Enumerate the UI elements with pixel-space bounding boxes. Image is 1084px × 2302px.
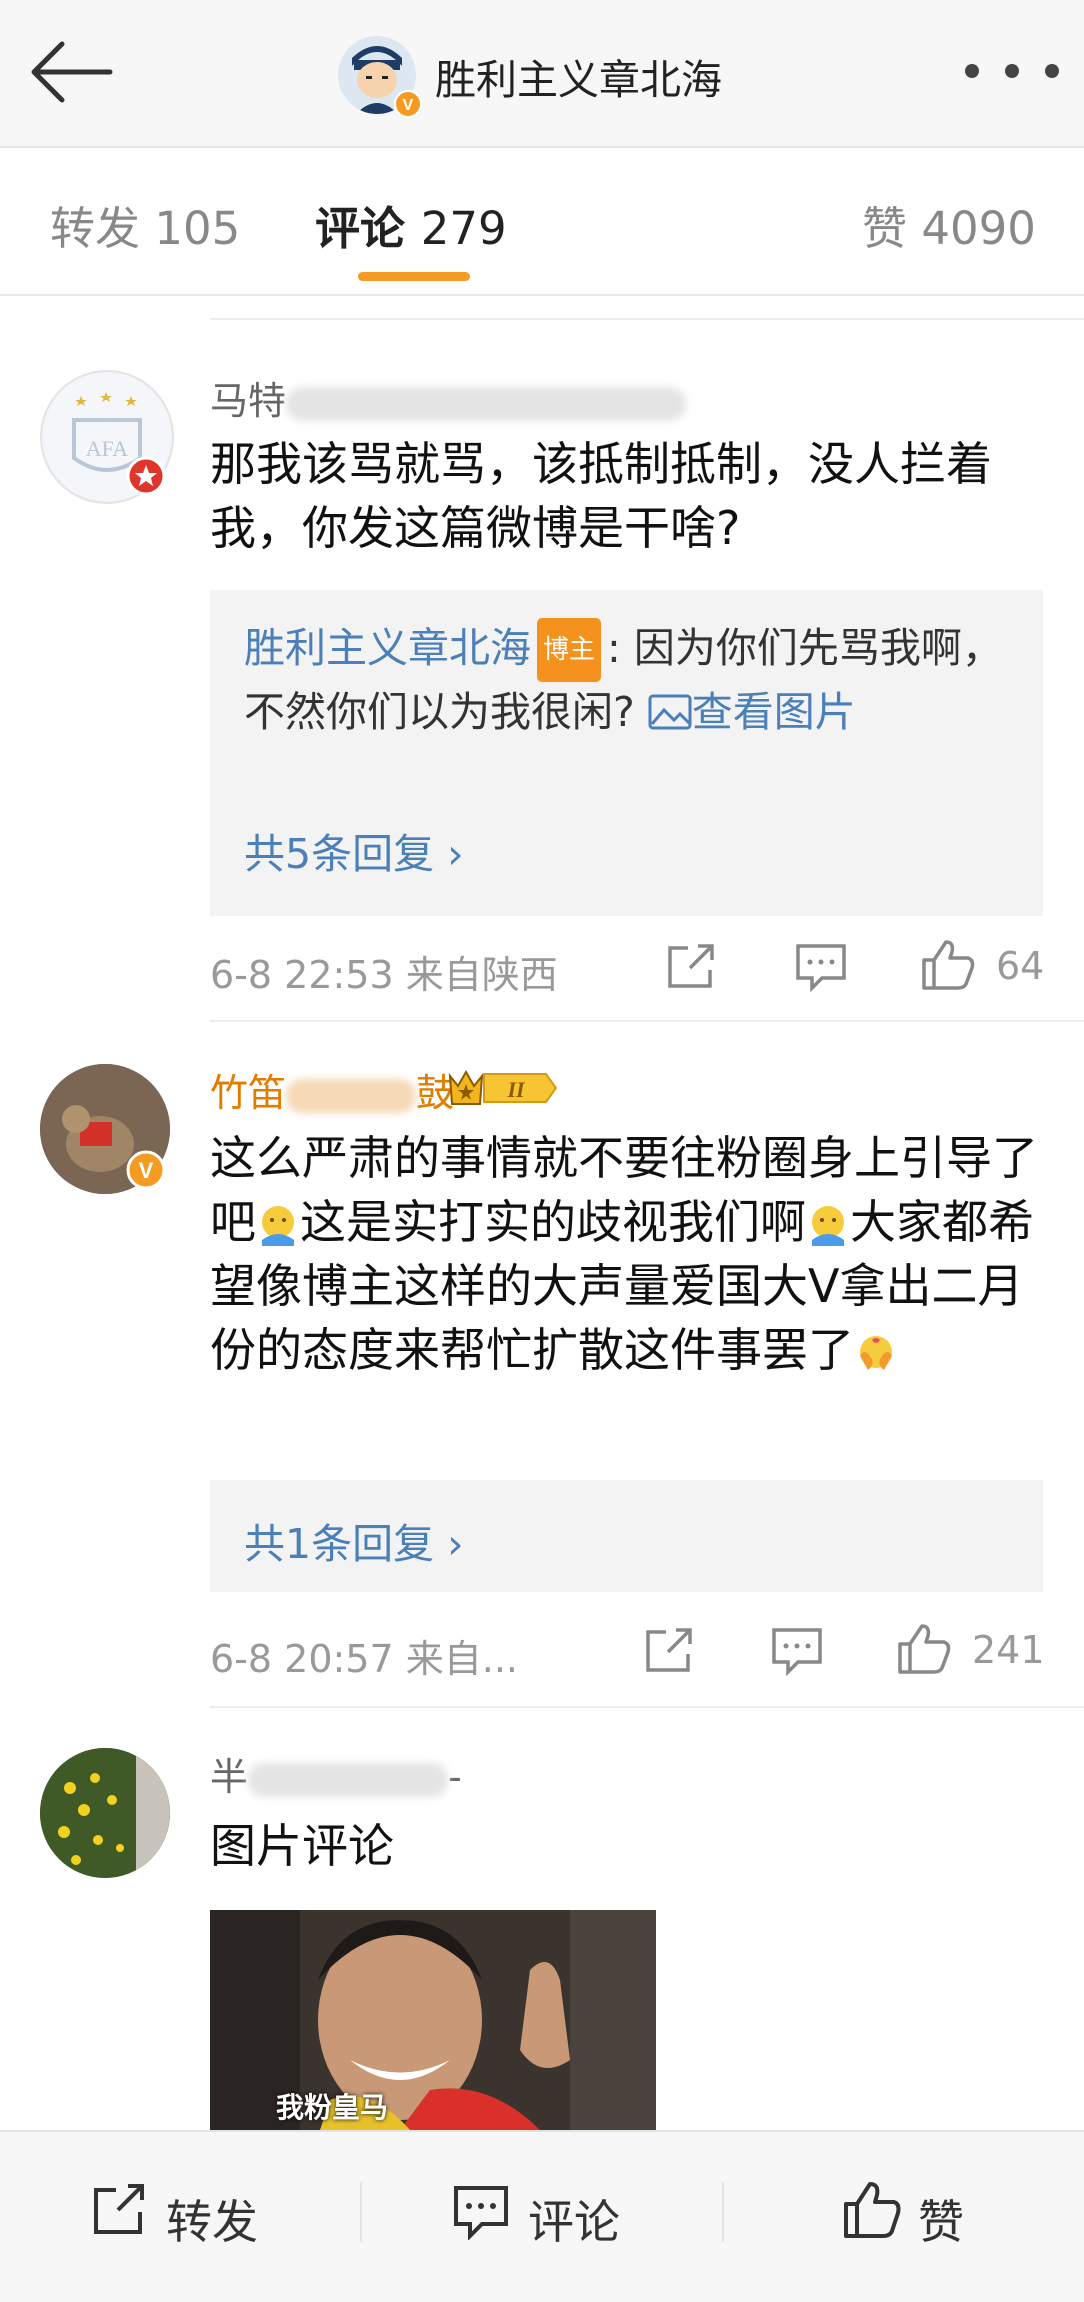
- fan-level-badge-icon: II: [448, 1069, 558, 1105]
- top-bar: V 胜利主义章北海: [0, 0, 1084, 148]
- comment-button[interactable]: 评论: [452, 2178, 652, 2249]
- like-icon[interactable]: [920, 938, 976, 992]
- share-icon[interactable]: [664, 942, 718, 992]
- image-caption: 我粉皇马: [276, 2091, 389, 2124]
- comment-text: 那我该骂就骂，该抵制抵制，没人拦着我，你发这篇微博是干啥?: [210, 437, 992, 555]
- image-icon: [648, 694, 692, 730]
- reply-icon[interactable]: [794, 942, 848, 992]
- comment-meta: 6-8 22:53 来自陕西: [210, 953, 558, 997]
- view-image-link[interactable]: 查看图片: [648, 688, 856, 736]
- comment-image[interactable]: 我粉皇马: [210, 1910, 656, 2130]
- svg-text:II: II: [506, 1077, 526, 1102]
- divider: [360, 2182, 362, 2242]
- hug-emoji-icon: [812, 1206, 844, 1246]
- share-icon[interactable]: [642, 1626, 696, 1676]
- commenter-avatar[interactable]: [40, 1748, 170, 1878]
- author-badge: 博主: [537, 618, 602, 682]
- page-title: 胜利主义章北海: [435, 56, 722, 104]
- reply-preview[interactable]: 胜利主义章北海 博主: 因为你们先骂我啊，不然你们以为我很闲? 查看图片 共5条回…: [210, 590, 1043, 916]
- reply-author[interactable]: 胜利主义章北海: [244, 624, 531, 672]
- member-badge-icon: [126, 456, 166, 496]
- like-icon: [844, 2182, 901, 2238]
- like-icon[interactable]: [896, 1622, 952, 1676]
- svg-text:V: V: [139, 1158, 154, 1183]
- svg-text:V: V: [403, 97, 414, 114]
- divider: [722, 2182, 724, 2242]
- verified-badge-icon: V: [394, 90, 422, 118]
- bottom-action-bar: 转发 评论 赞: [0, 2130, 1084, 2302]
- tab-repost[interactable]: 转发 105: [50, 192, 240, 257]
- svg-text:AFA: AFA: [86, 436, 128, 461]
- reply-icon[interactable]: [770, 1626, 824, 1676]
- blurred-name: [248, 1762, 449, 1797]
- more-options-icon[interactable]: [965, 56, 1060, 86]
- like-count: 241: [972, 1628, 1045, 1672]
- more-replies-link[interactable]: 共5条回复 ›: [244, 820, 464, 880]
- commenter-name[interactable]: 半-: [210, 1746, 462, 1801]
- more-replies-link[interactable]: 共1条回复 ›: [244, 1510, 464, 1570]
- commenter-name[interactable]: 竹笛鼓: [210, 1062, 454, 1117]
- divider: [210, 318, 1084, 320]
- blurred-name: [286, 386, 687, 421]
- commenter-name[interactable]: 马特: [210, 370, 687, 425]
- like-count: 64: [996, 944, 1045, 988]
- active-tab-indicator: [358, 272, 470, 281]
- tab-comments[interactable]: 评论 279: [315, 192, 507, 257]
- comment-meta: 6-8 20:57 来自...: [210, 1637, 518, 1681]
- verified-badge-icon: V: [126, 1150, 166, 1190]
- comment-icon: [454, 2186, 508, 2240]
- repost-button[interactable]: 转发: [90, 2178, 290, 2249]
- divider: [210, 1706, 1084, 1708]
- tab-likes[interactable]: 赞 4090: [862, 192, 1036, 257]
- hug-emoji-icon: [262, 1206, 294, 1246]
- like-button[interactable]: 赞: [842, 2178, 1002, 2249]
- blurred-name: [286, 1078, 417, 1113]
- comment-text: 图片评论: [210, 1819, 394, 1873]
- reply-preview[interactable]: 共1条回复 ›: [210, 1480, 1043, 1592]
- hug-heart-emoji-icon: [860, 1336, 892, 1370]
- share-icon: [94, 2184, 144, 2234]
- divider: [210, 1020, 1084, 1022]
- tab-bar: 转发 105 评论 279 赞 4090: [0, 148, 1084, 296]
- comment-text: 这么严肃的事情就不要往粉圈身上引导了吧 这是实打实的歧视我们啊 大家都希望像博主这样…: [210, 1131, 1038, 1377]
- back-arrow-icon[interactable]: [30, 40, 114, 104]
- reply-text: 胜利主义章北海 博主: 因为你们先骂我啊，不然你们以为我很闲? 查看图片: [244, 618, 1014, 742]
